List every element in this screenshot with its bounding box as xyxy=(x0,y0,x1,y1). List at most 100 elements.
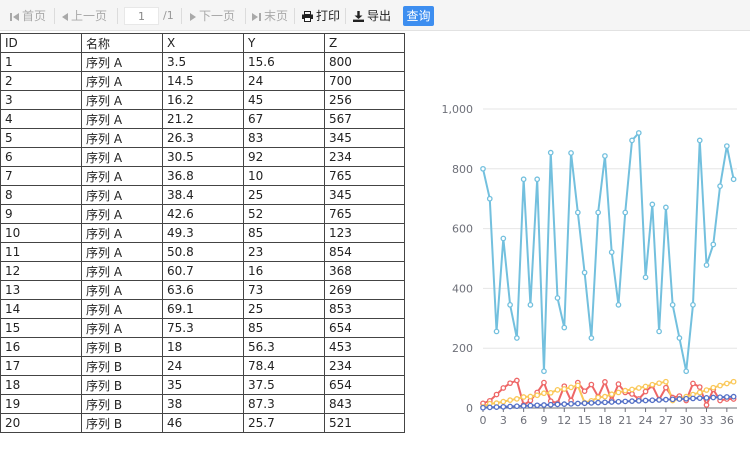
data-point-z[interactable] xyxy=(480,165,486,172)
table-row[interactable]: 14 序列 A 69.1 25 853 xyxy=(0,299,405,319)
data-point-id[interactable] xyxy=(723,394,730,400)
data-point-y[interactable] xyxy=(663,384,669,391)
data-point-id[interactable] xyxy=(547,401,554,408)
data-point-z[interactable] xyxy=(649,201,656,208)
table-row[interactable]: 20 序列 B 46 25.7 521 xyxy=(0,413,405,433)
page-number-input[interactable] xyxy=(124,7,159,25)
data-point-x[interactable] xyxy=(710,384,717,391)
table-row[interactable]: 11 序列 A 50.8 23 854 xyxy=(0,242,405,262)
data-point-x[interactable] xyxy=(615,389,622,396)
data-point-id[interactable] xyxy=(710,394,717,401)
export-button[interactable]: 导出 xyxy=(353,8,391,24)
data-point-id[interactable] xyxy=(635,397,642,404)
data-point-y[interactable] xyxy=(696,384,703,390)
data-point-id[interactable] xyxy=(527,402,534,409)
data-point-x[interactable] xyxy=(520,394,527,400)
data-point-y[interactable] xyxy=(615,381,622,387)
data-point-z[interactable] xyxy=(696,137,703,144)
data-point-x[interactable] xyxy=(527,393,534,400)
data-point-z[interactable] xyxy=(547,149,554,156)
data-point-x[interactable] xyxy=(703,387,710,393)
data-point-id[interactable] xyxy=(717,394,723,401)
table-row[interactable]: 1 序列 A 3.5 15.6 800 xyxy=(0,52,405,72)
data-point-id[interactable] xyxy=(493,404,500,410)
data-point-x[interactable] xyxy=(534,392,541,399)
data-point-y[interactable] xyxy=(514,377,520,384)
data-point-x[interactable] xyxy=(649,381,656,388)
query-button[interactable]: 查询 xyxy=(403,6,434,26)
data-point-z[interactable] xyxy=(527,301,534,308)
data-point-x[interactable] xyxy=(635,385,642,391)
data-point-y[interactable] xyxy=(629,391,635,397)
data-point-z[interactable] xyxy=(500,235,507,242)
data-point-x[interactable] xyxy=(629,386,635,393)
data-point-x[interactable] xyxy=(514,396,520,402)
data-point-id[interactable] xyxy=(507,403,513,410)
prev-page-button[interactable]: 上一页 xyxy=(62,8,107,24)
data-point-z[interactable] xyxy=(656,328,662,335)
data-point-id[interactable] xyxy=(676,396,683,402)
data-point-id[interactable] xyxy=(669,396,676,403)
data-point-id[interactable] xyxy=(574,400,581,407)
data-point-id[interactable] xyxy=(656,397,662,403)
data-point-id[interactable] xyxy=(730,393,737,400)
data-point-z[interactable] xyxy=(629,137,635,144)
data-point-id[interactable] xyxy=(520,403,527,409)
data-point-id[interactable] xyxy=(554,401,561,408)
data-point-x[interactable] xyxy=(561,386,568,392)
data-point-z[interactable] xyxy=(541,368,547,375)
data-point-id[interactable] xyxy=(690,395,696,402)
data-point-z[interactable] xyxy=(663,204,669,211)
data-point-y[interactable] xyxy=(588,381,595,388)
data-point-z[interactable] xyxy=(595,209,601,216)
data-point-x[interactable] xyxy=(554,387,561,393)
table-row[interactable]: 4 序列 A 21.2 67 567 xyxy=(0,109,405,129)
data-point-id[interactable] xyxy=(581,400,588,407)
table-row[interactable]: 12 序列 A 60.7 16 368 xyxy=(0,261,405,281)
data-point-id[interactable] xyxy=(703,394,710,401)
data-point-id[interactable] xyxy=(608,399,615,405)
data-point-x[interactable] xyxy=(500,398,507,405)
data-point-id[interactable] xyxy=(696,395,703,401)
table-row[interactable]: 15 序列 A 75.3 85 654 xyxy=(0,318,405,338)
data-point-z[interactable] xyxy=(608,249,615,256)
data-point-x[interactable] xyxy=(696,389,703,396)
table-row[interactable]: 3 序列 A 16.2 45 256 xyxy=(0,90,405,110)
table-row[interactable]: 10 序列 A 49.3 85 123 xyxy=(0,223,405,243)
data-point-id[interactable] xyxy=(561,401,568,407)
data-point-x[interactable] xyxy=(574,382,581,389)
table-row[interactable]: 18 序列 B 35 37.5 654 xyxy=(0,375,405,395)
data-point-x[interactable] xyxy=(547,389,554,396)
data-point-x[interactable] xyxy=(602,393,608,400)
data-point-id[interactable] xyxy=(514,403,520,410)
data-point-id[interactable] xyxy=(642,397,649,404)
data-point-id[interactable] xyxy=(622,398,629,405)
table-row[interactable]: 5 序列 A 26.3 83 345 xyxy=(0,128,405,148)
data-point-x[interactable] xyxy=(608,391,615,398)
data-point-z[interactable] xyxy=(615,301,622,308)
data-point-id[interactable] xyxy=(541,402,547,408)
last-page-button[interactable]: 末页 xyxy=(252,8,288,24)
data-point-z[interactable] xyxy=(710,241,717,248)
table-row[interactable]: 6 序列 A 30.5 92 234 xyxy=(0,147,405,167)
data-point-x[interactable] xyxy=(622,387,629,394)
data-point-z[interactable] xyxy=(635,130,642,136)
data-point-z[interactable] xyxy=(676,335,683,341)
data-point-z[interactable] xyxy=(486,195,493,202)
next-page-button[interactable]: 下一页 xyxy=(190,8,235,24)
data-point-x[interactable] xyxy=(656,380,662,387)
data-point-id[interactable] xyxy=(649,397,656,404)
data-point-id[interactable] xyxy=(568,400,574,407)
data-point-z[interactable] xyxy=(561,324,568,331)
table-row[interactable]: 9 序列 A 42.6 52 765 xyxy=(0,204,405,224)
data-point-id[interactable] xyxy=(534,402,541,409)
data-point-y[interactable] xyxy=(690,380,696,387)
data-point-z[interactable] xyxy=(730,176,737,183)
data-point-x[interactable] xyxy=(507,397,513,403)
data-point-z[interactable] xyxy=(723,143,730,149)
table-row[interactable]: 2 序列 A 14.5 24 700 xyxy=(0,71,405,91)
data-point-z[interactable] xyxy=(602,153,608,159)
table-row[interactable]: 17 序列 B 24 78.4 234 xyxy=(0,356,405,376)
data-point-x[interactable] xyxy=(595,394,601,401)
data-point-z[interactable] xyxy=(554,295,561,301)
